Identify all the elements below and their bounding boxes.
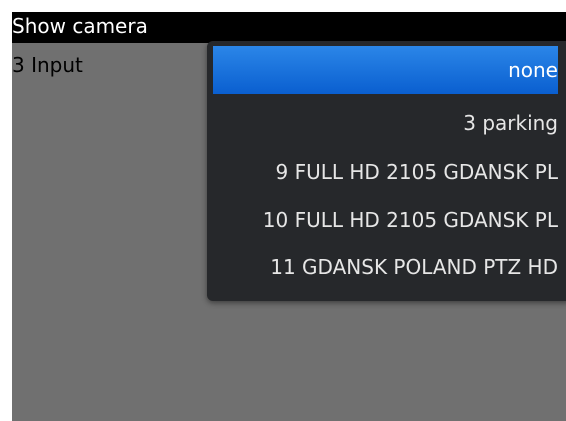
page-title: Show camera bbox=[12, 14, 148, 38]
screen: Show camera 3 Input none 3 parking 9 FUL… bbox=[12, 12, 566, 421]
dropdown-option-10-full-hd[interactable]: 10 FULL HD 2105 GDANSK PL bbox=[213, 196, 558, 244]
title-bar: Show camera bbox=[12, 12, 566, 43]
camera-dropdown-menu: none 3 parking 9 FULL HD 2105 GDANSK PL … bbox=[207, 41, 566, 301]
dropdown-option-11-ptz-hd[interactable]: 11 GDANSK POLAND PTZ HD bbox=[213, 243, 558, 291]
dropdown-option-9-full-hd[interactable]: 9 FULL HD 2105 GDANSK PL bbox=[213, 148, 558, 196]
dropdown-option-3-parking[interactable]: 3 parking bbox=[213, 99, 558, 147]
input-field-label: 3 Input bbox=[12, 53, 83, 77]
dropdown-option-none[interactable]: none bbox=[213, 46, 558, 94]
